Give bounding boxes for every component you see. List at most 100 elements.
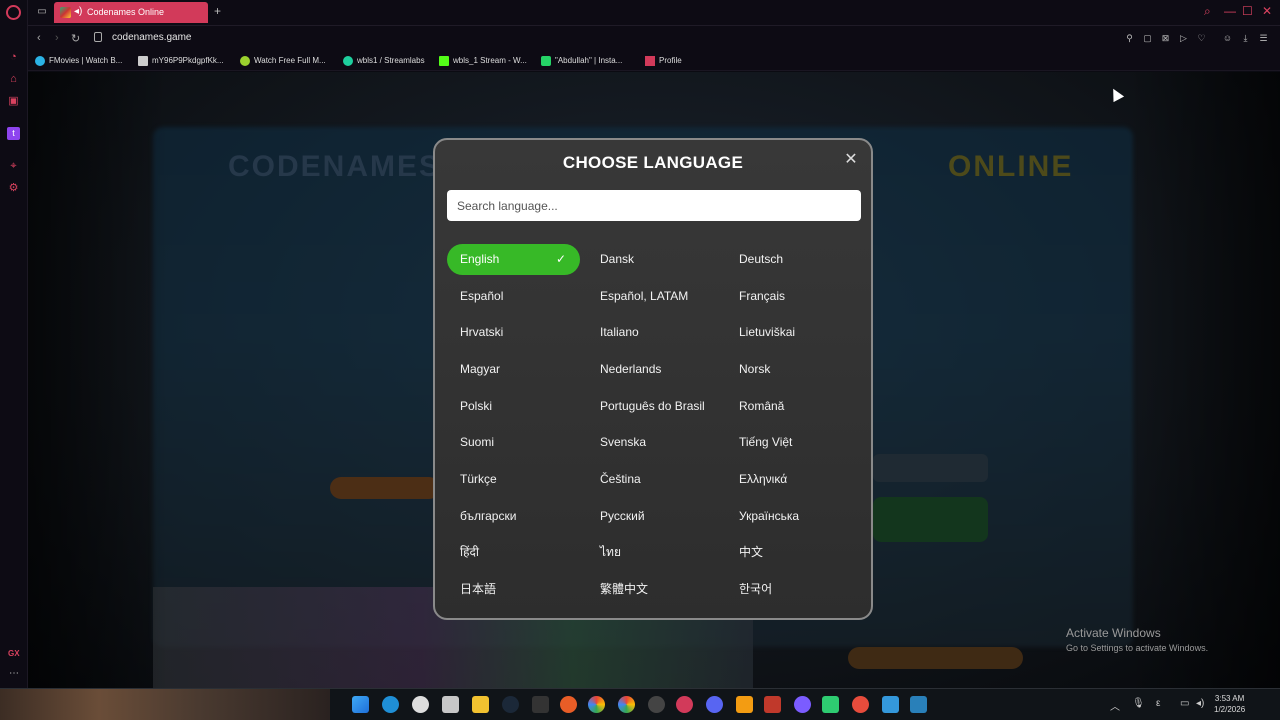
- bookmark-item[interactable]: mY96P9PkdgpfKk...: [138, 55, 224, 67]
- language-option[interactable]: Polski: [447, 391, 580, 422]
- language-option[interactable]: Ελληνικά: [726, 464, 859, 495]
- player-icon[interactable]: ▷: [1178, 33, 1189, 44]
- github-icon[interactable]: [648, 696, 665, 713]
- clock[interactable]: 3:53 AM 1/2/2026: [1214, 693, 1245, 715]
- speaker-icon[interactable]: ◂): [74, 6, 82, 17]
- file-explorer-icon[interactable]: [472, 696, 489, 713]
- tray-chevron-icon[interactable]: ︿: [1110, 698, 1120, 713]
- maximize-button[interactable]: ☐: [1242, 4, 1253, 18]
- search-language-input[interactable]: [447, 190, 861, 221]
- microphone-icon[interactable]: 🎙: [1132, 698, 1145, 709]
- language-option[interactable]: Lietuviškai: [726, 317, 859, 348]
- language-option[interactable]: Norsk: [726, 354, 859, 385]
- app-icon-5[interactable]: [794, 696, 811, 713]
- gx-control-icon[interactable]: GX: [8, 649, 20, 658]
- epic-games-icon[interactable]: [532, 696, 549, 713]
- bookmark-item[interactable]: wbls1 / Streamlabs: [343, 55, 425, 67]
- steam-icon[interactable]: [502, 696, 519, 713]
- menu-icon[interactable]: ☰: [1258, 33, 1269, 44]
- close-icon[interactable]: ✕: [843, 152, 859, 168]
- app-icon-7[interactable]: [852, 696, 869, 713]
- language-option[interactable]: Svenska: [587, 427, 720, 458]
- bookmark-item[interactable]: wbls_1 Stream - W...: [439, 55, 527, 67]
- app-icon-4[interactable]: [764, 696, 781, 713]
- language-option[interactable]: Dansk: [587, 244, 720, 275]
- volume-icon[interactable]: ◂): [1196, 698, 1204, 709]
- network-icon[interactable]: ▭: [1180, 698, 1189, 709]
- minimize-button[interactable]: —: [1224, 4, 1236, 18]
- language-option[interactable]: Magyar: [447, 354, 580, 385]
- discord-icon[interactable]: [706, 696, 723, 713]
- language-option[interactable]: Italiano: [587, 317, 720, 348]
- app-icon-8[interactable]: [882, 696, 899, 713]
- language-option-selected[interactable]: English ✓: [447, 244, 580, 275]
- download-icon[interactable]: ⤓: [1240, 33, 1251, 44]
- bookmark-item[interactable]: Profile: [645, 55, 682, 67]
- app-icon-6[interactable]: [822, 696, 839, 713]
- app-icon-9[interactable]: [910, 696, 927, 713]
- app-icon-2[interactable]: [560, 696, 577, 713]
- language-option[interactable]: Română: [726, 391, 859, 422]
- opera-gx-icon[interactable]: [676, 696, 693, 713]
- search-icon[interactable]: ⌕: [1204, 4, 1211, 19]
- language-option[interactable]: Nederlands: [587, 354, 720, 385]
- language-option[interactable]: Français: [726, 281, 859, 312]
- bookmark-item[interactable]: Watch Free Full M...: [240, 55, 326, 67]
- settings-icon[interactable]: ⚙: [7, 182, 20, 195]
- language-option[interactable]: 繁體中文: [587, 574, 720, 605]
- background-field: [873, 454, 988, 482]
- language-option[interactable]: Tiếng Việt: [726, 427, 859, 458]
- shopping-icon[interactable]: ⌂: [7, 73, 20, 86]
- reload-button[interactable]: ↻: [71, 32, 80, 45]
- store-icon[interactable]: [442, 696, 459, 713]
- language-option[interactable]: 中文: [726, 537, 859, 568]
- language-label: Русский: [600, 509, 645, 523]
- language-option[interactable]: Čeština: [587, 464, 720, 495]
- pin-icon[interactable]: ⌖: [7, 160, 20, 173]
- language-option[interactable]: 한국어: [726, 574, 859, 605]
- language-option[interactable]: Hrvatski: [447, 317, 580, 348]
- start-icon[interactable]: [352, 696, 369, 713]
- edge-icon[interactable]: [382, 696, 399, 713]
- account-icon[interactable]: ☺: [1222, 33, 1233, 44]
- language-option[interactable]: Español: [447, 281, 580, 312]
- forward-button[interactable]: ›: [55, 32, 59, 44]
- language-option[interactable]: Español, LATAM: [587, 281, 720, 312]
- language-option[interactable]: Deutsch: [726, 244, 859, 275]
- language-indicator-icon[interactable]: ε: [1156, 698, 1160, 709]
- language-option[interactable]: Русский: [587, 501, 720, 532]
- background-title: CODENAMES: [228, 150, 442, 183]
- tab-codenames[interactable]: ◂) Codenames Online: [54, 2, 208, 23]
- bookmark-item[interactable]: "Abdullah" | Insta...: [541, 55, 622, 67]
- taskbar-widget[interactable]: [0, 689, 330, 720]
- app-icon[interactable]: [412, 696, 429, 713]
- gx-corner-icon[interactable]: ▣: [7, 95, 20, 108]
- language-option[interactable]: Türkçe: [447, 464, 580, 495]
- language-option[interactable]: हिंदी: [447, 537, 580, 568]
- adblock-icon[interactable]: ⊠: [1160, 33, 1171, 44]
- bookmark-item[interactable]: FMovies | Watch B...: [35, 55, 122, 67]
- language-option[interactable]: ไทย: [587, 537, 720, 568]
- opera-logo-icon[interactable]: [6, 5, 21, 20]
- new-tab-button[interactable]: +: [214, 4, 221, 18]
- url-field[interactable]: codenames.game: [112, 32, 192, 43]
- chrome-icon-2[interactable]: [618, 696, 635, 713]
- tab-search-icon[interactable]: ▭: [36, 6, 48, 18]
- language-option[interactable]: Suomi: [447, 427, 580, 458]
- language-option[interactable]: български: [447, 501, 580, 532]
- pin-page-icon[interactable]: ⚲: [1124, 33, 1135, 44]
- shade-right: [1128, 72, 1280, 688]
- snapshot-icon[interactable]: ▢: [1142, 33, 1153, 44]
- language-option[interactable]: Português do Brasil: [587, 391, 720, 422]
- app-icon-3[interactable]: [736, 696, 753, 713]
- language-label: ไทย: [600, 545, 621, 559]
- language-option[interactable]: Українська: [726, 501, 859, 532]
- more-icon[interactable]: ⋯: [9, 668, 19, 679]
- back-button[interactable]: ‹: [37, 32, 41, 44]
- twitch-icon[interactable]: t: [7, 127, 20, 140]
- close-window-button[interactable]: ✕: [1262, 4, 1272, 18]
- chrome-icon[interactable]: [588, 696, 605, 713]
- heart-icon[interactable]: ♡: [1196, 33, 1207, 44]
- speed-dial-icon[interactable]: ◔: [7, 51, 20, 64]
- language-option[interactable]: 日本語: [447, 574, 580, 605]
